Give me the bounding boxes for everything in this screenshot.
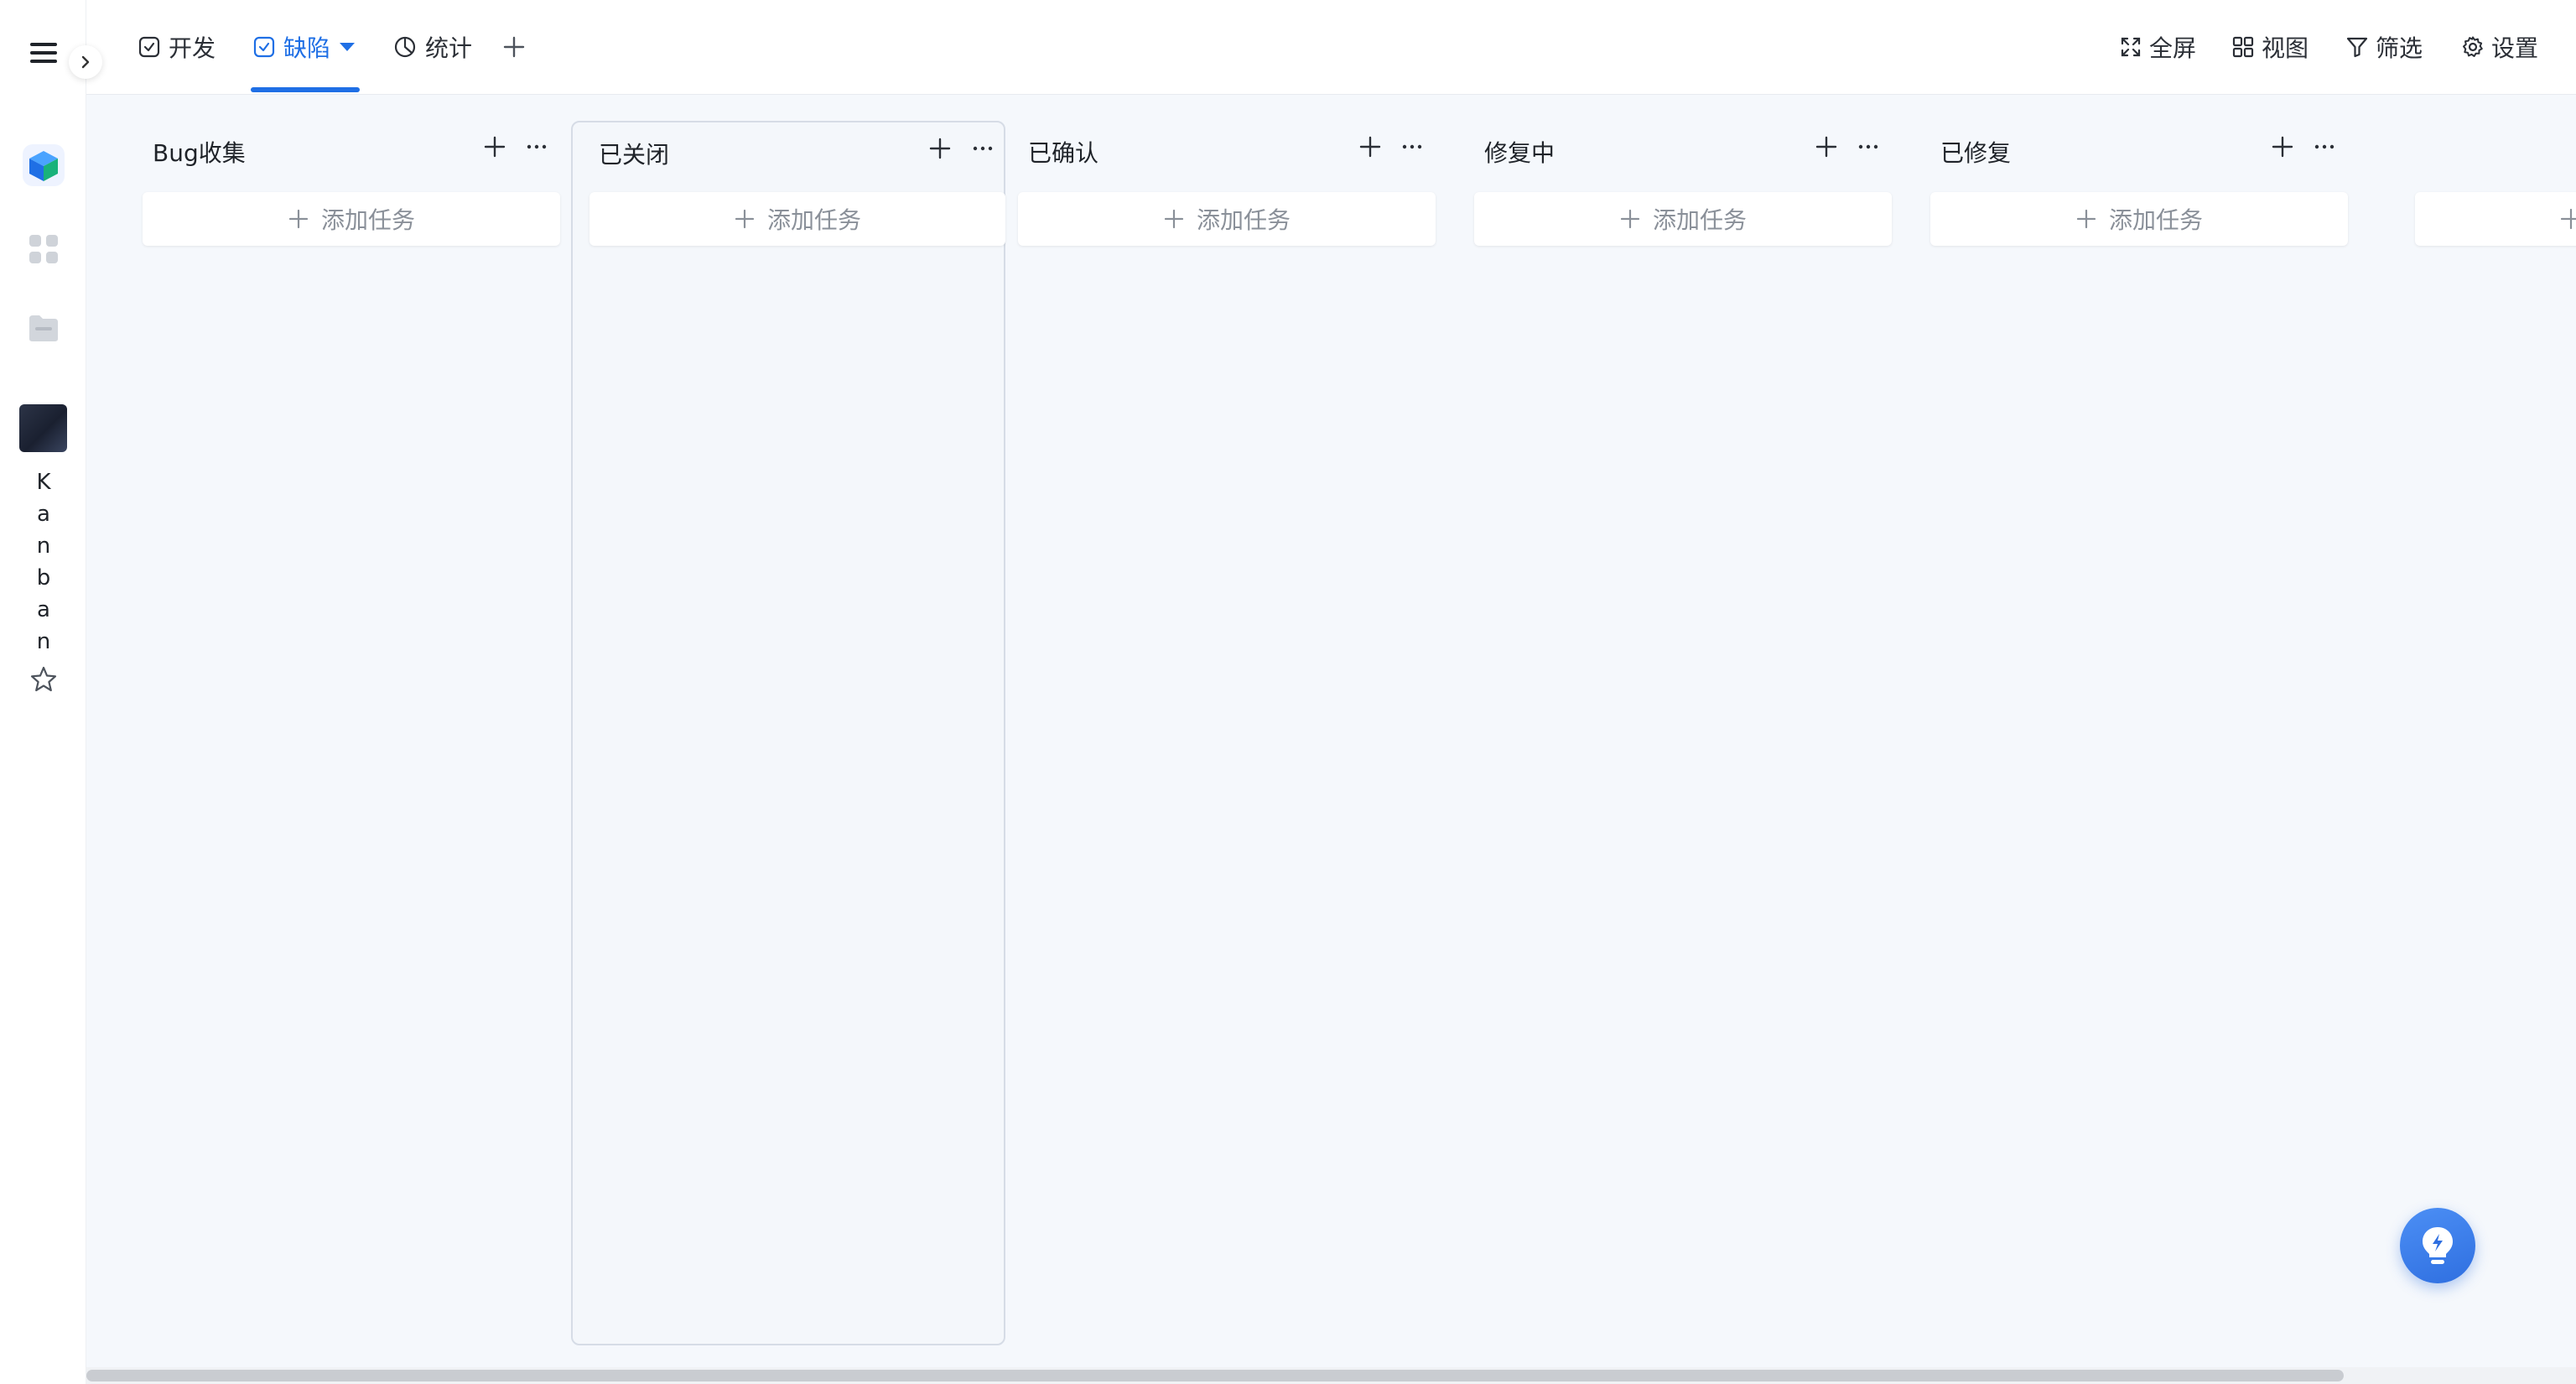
plus-icon (503, 36, 525, 58)
assistant-fab-button[interactable] (2400, 1208, 2475, 1283)
column-header: Bug收集 (134, 122, 569, 175)
add-task-button[interactable]: 添加任务 (143, 192, 560, 246)
scrollbar-thumb[interactable] (86, 1370, 2344, 1381)
add-tab-button[interactable] (502, 25, 526, 69)
tool-label: 全屏 (2149, 34, 2197, 62)
tool-label: 筛选 (2376, 34, 2423, 62)
vertical-letter: a (37, 502, 50, 527)
column-title: 已关闭 (599, 141, 670, 169)
column-header: 已关闭 (574, 123, 1008, 177)
vertical-letter: n (36, 629, 51, 654)
lightbulb-icon (2423, 1227, 2453, 1264)
add-task-button[interactable]: 添加任务 (589, 192, 1005, 246)
add-task-button[interactable]: 添加任务 (1474, 192, 1892, 246)
view-button[interactable]: 视图 (2231, 25, 2309, 69)
chevron-right-icon (81, 55, 90, 69)
expand-sidebar-button[interactable] (69, 45, 102, 79)
column-header: 已确认 (1010, 122, 1444, 175)
fullscreen-button[interactable]: 全屏 (2119, 25, 2196, 69)
plus-icon (2076, 209, 2096, 229)
add-task-button[interactable]: 添加任务 (1018, 192, 1436, 246)
column-header: 已修复 (1922, 122, 2356, 175)
pie-chart-icon (394, 36, 416, 58)
add-task-label: 添加任务 (766, 206, 861, 234)
tab-label: 缺陷 (283, 34, 331, 62)
tab-stats[interactable]: 统计 (393, 25, 472, 69)
vertical-letter: n (36, 533, 51, 559)
tab-dev[interactable]: 开发 (138, 25, 216, 69)
add-task-button[interactable]: 添加任务 (1930, 192, 2348, 246)
active-tab-indicator (251, 87, 361, 92)
filter-icon (2346, 37, 2368, 58)
add-task-label: 添加任务 (320, 206, 415, 234)
column-add-icon[interactable] (2269, 133, 2296, 160)
tab-label: 开发 (169, 34, 216, 62)
grid-icon (2232, 36, 2254, 58)
tool-label: 设置 (2491, 34, 2539, 62)
column-more-icon[interactable] (2311, 133, 2338, 160)
filter-button[interactable]: 筛选 (2345, 25, 2423, 69)
column-add-icon[interactable] (481, 133, 508, 160)
plus-icon (1620, 209, 1640, 229)
left-rail: K a n b a n (0, 0, 102, 1384)
folder-icon[interactable] (23, 307, 65, 349)
tab-label: 统计 (425, 34, 473, 62)
project-thumbnail[interactable] (19, 404, 67, 452)
column-add-icon[interactable] (927, 135, 953, 162)
column-title: 已修复 (1940, 139, 2012, 167)
add-task-label: 添加任务 (2108, 206, 2203, 234)
column-more-icon[interactable] (969, 135, 996, 162)
add-task-label: 添加任务 (1652, 206, 1747, 234)
check-square-icon (138, 36, 160, 58)
plus-icon (1164, 209, 1184, 229)
project-vertical-label: K a n b a n (32, 470, 55, 654)
menu-icon[interactable] (28, 37, 60, 69)
check-square-icon (253, 36, 275, 58)
column-header: 修复中 (1466, 122, 1900, 175)
plus-icon (735, 209, 755, 229)
plus-icon (288, 209, 309, 229)
column-title: Bug收集 (153, 139, 246, 167)
tab-defects[interactable]: 缺陷 (251, 25, 361, 92)
kanban-board: Bug收集 添加任务 已关闭 添加任务 已确认 添加任务 修复中 添加任务 已修… (86, 95, 2576, 1384)
kanban-column: 已关闭 添加任务 (571, 121, 1005, 1345)
column-more-icon[interactable] (1855, 133, 1882, 160)
vertical-letter: b (36, 565, 51, 591)
tool-label: 视图 (2262, 34, 2309, 62)
star-icon[interactable] (23, 658, 65, 700)
column-more-icon[interactable] (1399, 133, 1426, 160)
column-title: 已确认 (1028, 139, 1099, 167)
horizontal-scrollbar[interactable] (86, 1367, 2576, 1384)
vertical-letter: K (36, 470, 51, 495)
settings-button[interactable]: 设置 (2461, 25, 2538, 69)
apps-grid-icon[interactable] (23, 228, 65, 270)
column-add-icon[interactable] (1357, 133, 1384, 160)
add-column-card[interactable] (2415, 192, 2576, 246)
add-task-label: 添加任务 (1196, 206, 1291, 234)
gear-icon (2463, 36, 2483, 57)
column-title: 修复中 (1484, 139, 1555, 167)
caret-down-icon[interactable] (339, 41, 356, 53)
plus-icon (2560, 208, 2576, 230)
cube-app-icon[interactable] (23, 144, 65, 186)
column-more-icon[interactable] (523, 133, 550, 160)
top-bar: 开发 缺陷 统计 全屏 视图 筛选 设置 (86, 0, 2576, 95)
app-root: K a n b a n 开发 缺陷 统计 全屏 视图 筛选 设置 Bug收集 添… (0, 0, 2576, 1384)
column-add-icon[interactable] (1813, 133, 1840, 160)
vertical-letter: a (37, 597, 50, 622)
fullscreen-icon (2121, 37, 2141, 57)
